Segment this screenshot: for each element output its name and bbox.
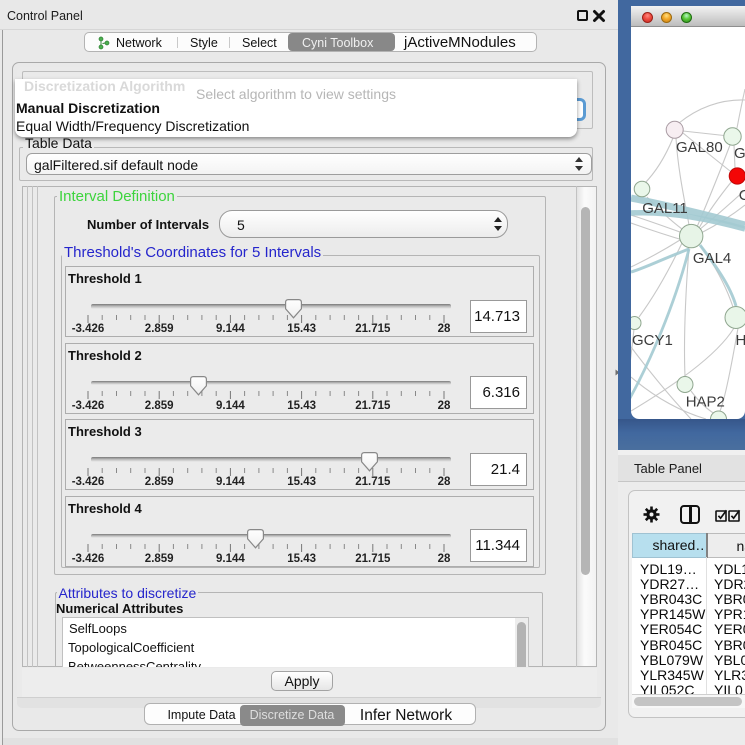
svg-text:GAL80: GAL80 [676,139,723,156]
svg-text:C: C [739,187,745,204]
svg-text:GCY1: GCY1 [632,332,673,349]
svg-text:HI: HI [736,332,745,349]
svg-text:GAL4: GAL4 [693,250,731,267]
svg-text:GA: GA [734,145,745,162]
svg-text:GAL11: GAL11 [642,200,688,217]
svg-text:HAP2: HAP2 [686,394,725,411]
